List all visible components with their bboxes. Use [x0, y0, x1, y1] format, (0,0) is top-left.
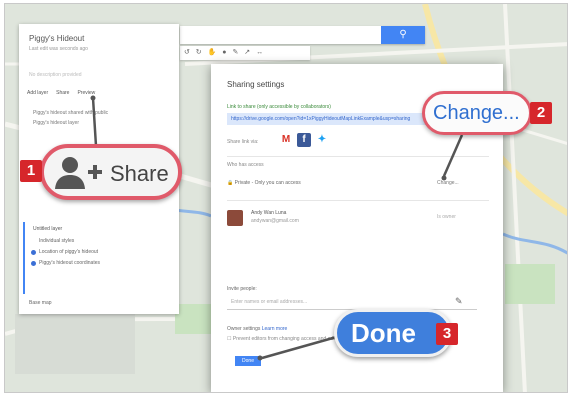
step-2-badge: 2 — [530, 102, 552, 124]
add-person-icon — [55, 157, 102, 189]
change-callout: Change... — [422, 91, 532, 135]
step-3-badge: 3 — [436, 323, 458, 345]
done-callout: Done — [334, 309, 452, 357]
tutorial-frame: ⚲ ↺ ↻ ✋ ● ✎ ↗ ↔ Piggy's Hideout Last edi… — [0, 0, 572, 396]
share-callout: Share — [40, 144, 182, 200]
change-callout-text: Change... — [433, 102, 520, 124]
share-callout-text: Share — [110, 161, 169, 186]
step-1-badge: 1 — [20, 160, 42, 182]
done-callout-text: Done — [351, 318, 416, 348]
